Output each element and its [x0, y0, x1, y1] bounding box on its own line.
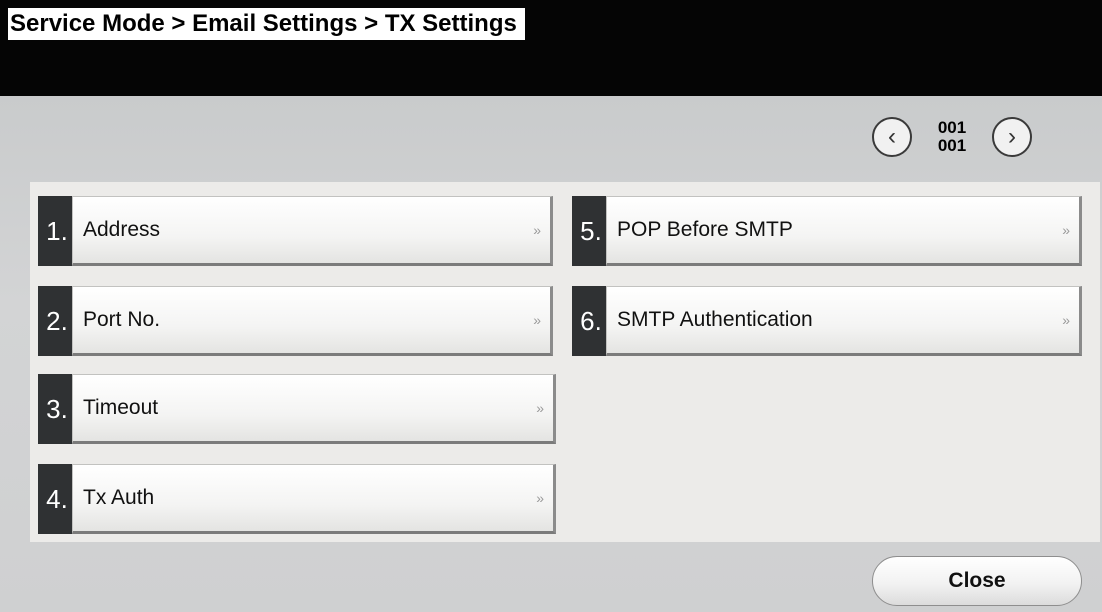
- pop-before-smtp-button[interactable]: POP Before SMTP »: [606, 196, 1082, 266]
- menu-item-number: 4.: [38, 464, 72, 534]
- menu-item-number: 5.: [572, 196, 606, 266]
- menu-item-label: Address: [83, 218, 161, 241]
- breadcrumb: Service Mode > Email Settings > TX Setti…: [8, 8, 525, 40]
- double-chevron-right-icon: »: [533, 312, 541, 328]
- port-no-button[interactable]: Port No. »: [72, 286, 553, 356]
- header-bar: Service Mode > Email Settings > TX Setti…: [0, 0, 1102, 96]
- smtp-authentication-button[interactable]: SMTP Authentication »: [606, 286, 1082, 356]
- chevron-left-icon: ‹: [888, 123, 896, 150]
- menu-item-address[interactable]: 1. Address »: [38, 196, 553, 266]
- menu-panel: 1. Address » 2. Port No. » 3. Timeout » …: [30, 182, 1100, 542]
- page-counter: 001 001: [924, 119, 980, 155]
- menu-item-smtp-authentication[interactable]: 6. SMTP Authentication »: [572, 286, 1082, 356]
- menu-item-number: 6.: [572, 286, 606, 356]
- pager: ‹ 001 001 ›: [872, 112, 1032, 162]
- menu-item-tx-auth[interactable]: 4. Tx Auth »: [38, 464, 556, 534]
- double-chevron-right-icon: »: [1062, 222, 1070, 238]
- menu-item-label: Timeout: [83, 396, 159, 419]
- total-pages: 001: [937, 136, 967, 155]
- double-chevron-right-icon: »: [536, 490, 544, 506]
- double-chevron-right-icon: »: [533, 222, 541, 238]
- menu-item-label: SMTP Authentication: [617, 308, 813, 331]
- menu-item-port-no[interactable]: 2. Port No. »: [38, 286, 553, 356]
- next-page-button[interactable]: ›: [992, 117, 1032, 157]
- menu-item-pop-before-smtp[interactable]: 5. POP Before SMTP »: [572, 196, 1082, 266]
- menu-item-number: 2.: [38, 286, 72, 356]
- double-chevron-right-icon: »: [536, 400, 544, 416]
- prev-page-button[interactable]: ‹: [872, 117, 912, 157]
- menu-item-number: 1.: [38, 196, 72, 266]
- menu-item-timeout[interactable]: 3. Timeout »: [38, 374, 556, 444]
- chevron-right-icon: ›: [1008, 123, 1016, 150]
- menu-item-label: Port No.: [83, 308, 161, 331]
- menu-item-label: Tx Auth: [83, 486, 155, 509]
- double-chevron-right-icon: »: [1062, 312, 1070, 328]
- menu-item-number: 3.: [38, 374, 72, 444]
- current-page: 001: [937, 118, 967, 137]
- address-button[interactable]: Address »: [72, 196, 553, 266]
- tx-auth-button[interactable]: Tx Auth »: [72, 464, 556, 534]
- close-button[interactable]: Close: [872, 556, 1082, 606]
- timeout-button[interactable]: Timeout »: [72, 374, 556, 444]
- menu-item-label: POP Before SMTP: [617, 218, 793, 241]
